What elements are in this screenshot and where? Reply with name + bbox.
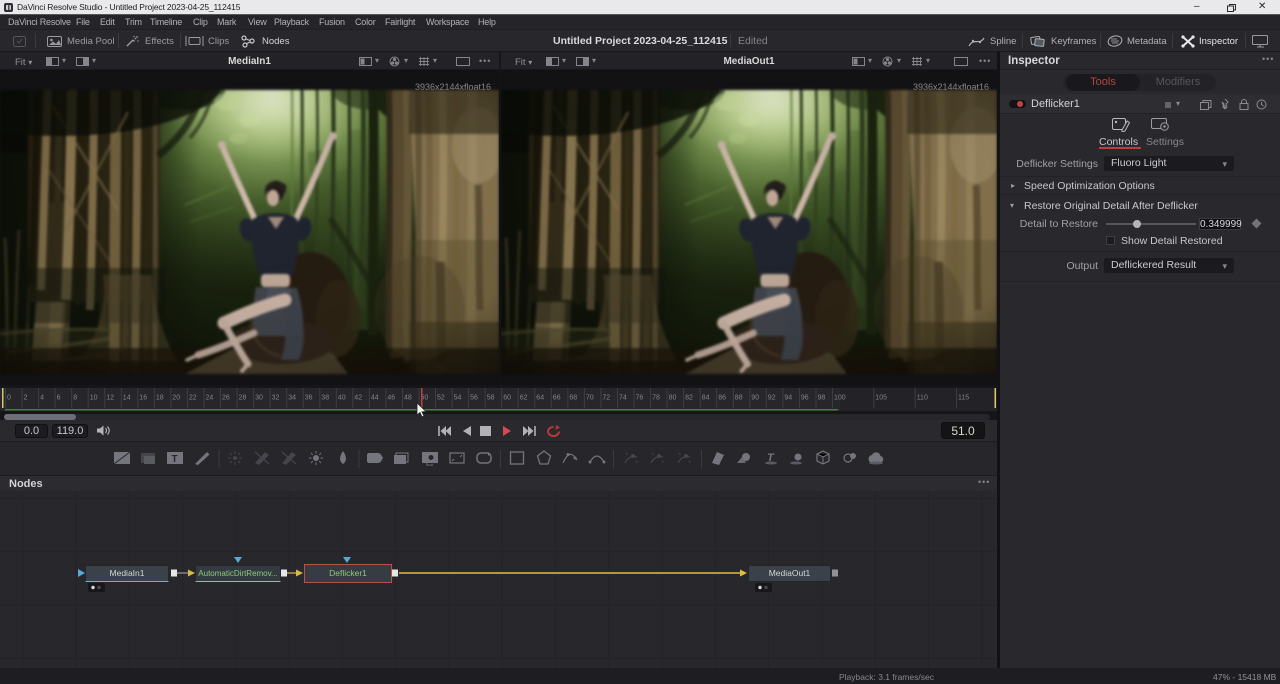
- svg-text:40: 40: [338, 395, 346, 402]
- svg-text:48: 48: [404, 395, 412, 402]
- svg-text:110: 110: [917, 395, 928, 402]
- svg-text:80: 80: [669, 395, 677, 402]
- svg-text:105: 105: [875, 395, 887, 402]
- svg-text:4: 4: [40, 395, 44, 402]
- svg-text:52: 52: [437, 395, 445, 402]
- svg-text:88: 88: [735, 395, 743, 402]
- svg-text:0: 0: [7, 395, 11, 402]
- svg-text:98: 98: [818, 395, 826, 402]
- svg-text:36: 36: [305, 395, 313, 402]
- svg-text:T: T: [172, 454, 178, 465]
- svg-text:78: 78: [652, 395, 660, 402]
- svg-text:70: 70: [586, 395, 594, 402]
- svg-text:68: 68: [569, 395, 577, 402]
- svg-text:20: 20: [172, 395, 180, 402]
- svg-text:82: 82: [685, 395, 693, 402]
- svg-text:96: 96: [801, 395, 809, 402]
- svg-text:46: 46: [387, 395, 395, 402]
- svg-text:72: 72: [602, 395, 610, 402]
- svg-text:18: 18: [156, 395, 164, 402]
- svg-text:34: 34: [288, 395, 296, 402]
- svg-text:76: 76: [636, 395, 644, 402]
- svg-text:10: 10: [90, 395, 98, 402]
- svg-text:64: 64: [536, 395, 544, 402]
- svg-text:90: 90: [751, 395, 759, 402]
- svg-text:30: 30: [255, 395, 263, 402]
- svg-text:22: 22: [189, 395, 197, 402]
- svg-text:115: 115: [958, 395, 969, 402]
- svg-text:86: 86: [718, 395, 726, 402]
- svg-text:8: 8: [73, 395, 77, 402]
- svg-text:100: 100: [834, 395, 846, 402]
- svg-text:6: 6: [57, 395, 61, 402]
- svg-text:38: 38: [321, 395, 329, 402]
- svg-text:92: 92: [768, 395, 776, 402]
- svg-text:94: 94: [784, 395, 792, 402]
- svg-text:14: 14: [123, 395, 131, 402]
- svg-text:84: 84: [702, 395, 710, 402]
- svg-text:26: 26: [222, 395, 230, 402]
- svg-text:16: 16: [139, 395, 147, 402]
- svg-text:28: 28: [239, 395, 247, 402]
- svg-text:42: 42: [354, 395, 362, 402]
- svg-text:32: 32: [272, 395, 280, 402]
- svg-text:60: 60: [503, 395, 511, 402]
- svg-text:24: 24: [206, 395, 214, 402]
- svg-text:54: 54: [454, 395, 462, 402]
- svg-text:56: 56: [470, 395, 478, 402]
- svg-text:62: 62: [520, 395, 528, 402]
- svg-text:2: 2: [24, 395, 28, 402]
- svg-text:66: 66: [553, 395, 561, 402]
- svg-text:44: 44: [371, 395, 379, 402]
- svg-text:12: 12: [106, 395, 114, 402]
- svg-text:74: 74: [619, 395, 627, 402]
- svg-text:58: 58: [487, 395, 495, 402]
